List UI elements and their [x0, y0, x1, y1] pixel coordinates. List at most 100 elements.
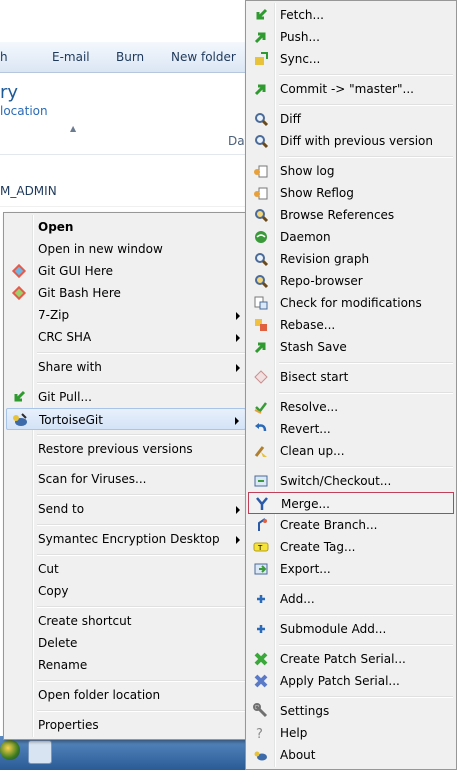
menu-item-show-reflog[interactable]: Show Reflog: [248, 182, 454, 204]
menu-item-create-shortcut[interactable]: Create shortcut: [6, 610, 246, 632]
menu-item-export[interactable]: Export...: [248, 558, 454, 580]
menu-item-browse-references[interactable]: Browse References: [248, 204, 454, 226]
menu-item-open-folder-location[interactable]: Open folder location: [6, 684, 246, 706]
menu-item-git-pull[interactable]: Git Pull...: [6, 386, 246, 408]
menu-item-label: Help: [280, 726, 308, 740]
menu-item-commit[interactable]: Commit -> "master"...: [248, 78, 454, 100]
repo-browser-icon: [253, 273, 269, 289]
toolbar-burn-button[interactable]: Burn: [116, 50, 144, 64]
menu-item-git-bash[interactable]: Git Bash Here: [6, 282, 246, 304]
check-modifications-icon: [253, 295, 269, 311]
file-list-item[interactable]: M_ADMIN: [0, 184, 57, 198]
diff-icon: [253, 111, 269, 127]
menu-separator: [37, 494, 245, 496]
menu-item-share-with[interactable]: Share with: [6, 356, 246, 378]
menu-item-settings[interactable]: Settings: [248, 700, 454, 722]
menu-item-clean-up[interactable]: Clean up...: [248, 440, 454, 462]
menu-item-rename[interactable]: Rename: [6, 654, 246, 676]
menu-item-cut[interactable]: Cut: [6, 558, 246, 580]
toolbar-search-button[interactable]: h: [0, 50, 8, 64]
menu-item-merge[interactable]: Merge...: [248, 492, 454, 514]
menu-item-revert[interactable]: Revert...: [248, 418, 454, 440]
menu-item-label: Scan for Viruses...: [38, 472, 147, 486]
menu-item-label: Revision graph: [280, 252, 370, 266]
menu-item-create-branch[interactable]: Create Branch...: [248, 514, 454, 536]
tortoisegit-submenu: Fetch... Push... Sync... Commit -> "mast…: [245, 0, 457, 770]
menu-item-diff[interactable]: Diff: [248, 108, 454, 130]
menu-item-open-new-window[interactable]: Open in new window: [6, 238, 246, 260]
submodule-add-icon: [253, 621, 269, 637]
menu-item-label: Send to: [38, 502, 85, 516]
menu-item-properties[interactable]: Properties: [6, 714, 246, 736]
taskbar-explorer-icon[interactable]: [28, 740, 52, 764]
menu-item-git-gui[interactable]: Git GUI Here: [6, 260, 246, 282]
menu-item-bisect-start[interactable]: Bisect start: [248, 366, 454, 388]
library-location-link[interactable]: location: [0, 104, 48, 118]
menu-item-label: Merge...: [281, 497, 330, 511]
menu-item-label: Restore previous versions: [38, 442, 193, 456]
tortoisegit-icon: [12, 412, 28, 428]
menu-item-repo-browser[interactable]: Repo-browser: [248, 270, 454, 292]
menu-separator: [279, 104, 453, 106]
toolbar-email-button[interactable]: E-mail: [52, 50, 90, 64]
menu-item-tortoisegit[interactable]: TortoiseGit: [6, 408, 246, 430]
menu-item-label: Share with: [38, 360, 102, 374]
menu-item-add[interactable]: Add...: [248, 588, 454, 610]
menu-item-label: Repo-browser: [280, 274, 363, 288]
menu-item-delete[interactable]: Delete: [6, 632, 246, 654]
menu-item-label: Create shortcut: [38, 614, 132, 628]
menu-item-about[interactable]: About: [248, 744, 454, 766]
menu-item-crc-sha[interactable]: CRC SHA: [6, 326, 246, 348]
menu-item-help[interactable]: ? Help: [248, 722, 454, 744]
menu-item-7zip[interactable]: 7-Zip: [6, 304, 246, 326]
menu-item-resolve[interactable]: Resolve...: [248, 396, 454, 418]
menu-item-switch-checkout[interactable]: Switch/Checkout...: [248, 470, 454, 492]
menu-item-label: Create Branch...: [280, 518, 378, 532]
menu-item-label: Daemon: [280, 230, 331, 244]
column-header-row: [0, 126, 250, 155]
menu-item-open[interactable]: Open: [6, 216, 246, 238]
rebase-icon: [253, 317, 269, 333]
menu-separator: [37, 554, 245, 556]
menu-item-label: Open in new window: [38, 242, 163, 256]
daemon-icon: [253, 229, 269, 245]
menu-item-show-log[interactable]: Show log: [248, 160, 454, 182]
sort-caret-icon: ▲: [70, 124, 77, 133]
menu-item-send-to[interactable]: Send to: [6, 498, 246, 520]
menu-item-label: Stash Save: [280, 340, 347, 354]
menu-item-push[interactable]: Push...: [248, 26, 454, 48]
menu-separator: [279, 614, 453, 616]
menu-item-label: Resolve...: [280, 400, 339, 414]
menu-item-sync[interactable]: Sync...: [248, 48, 454, 70]
menu-item-label: Bisect start: [280, 370, 349, 384]
menu-item-stash-save[interactable]: Stash Save: [248, 336, 454, 358]
menu-item-scan-viruses[interactable]: Scan for Viruses...: [6, 468, 246, 490]
start-button-icon[interactable]: [0, 740, 20, 760]
menu-item-create-tag[interactable]: T Create Tag...: [248, 536, 454, 558]
menu-item-label: Settings: [280, 704, 330, 718]
menu-item-symantec-encryption[interactable]: Symantec Encryption Desktop: [6, 528, 246, 550]
toolbar-new-folder-button[interactable]: New folder: [171, 50, 236, 64]
submenu-arrow-icon: [236, 536, 240, 544]
menu-item-check-modifications[interactable]: Check for modifications: [248, 292, 454, 314]
menu-item-rebase[interactable]: Rebase...: [248, 314, 454, 336]
menu-item-submodule-add[interactable]: Submodule Add...: [248, 618, 454, 640]
menu-item-revision-graph[interactable]: Revision graph: [248, 248, 454, 270]
settings-icon: [253, 703, 269, 719]
menu-item-daemon[interactable]: Daemon: [248, 226, 454, 248]
menu-item-fetch[interactable]: Fetch...: [248, 4, 454, 26]
menu-item-apply-patch-serial[interactable]: Apply Patch Serial...: [248, 670, 454, 692]
menu-item-label: Sync...: [280, 52, 321, 66]
menu-item-copy[interactable]: Copy: [6, 580, 246, 602]
library-title: ry: [0, 82, 19, 103]
submenu-arrow-icon: [236, 364, 240, 372]
fetch-icon: [253, 7, 269, 23]
menu-item-diff-previous[interactable]: Diff with previous version: [248, 130, 454, 152]
menu-separator: [279, 584, 453, 586]
menu-item-restore-previous[interactable]: Restore previous versions: [6, 438, 246, 460]
menu-separator: [37, 606, 245, 608]
menu-item-label: CRC SHA: [38, 330, 92, 344]
menu-separator: [37, 680, 245, 682]
menu-separator: [37, 524, 245, 526]
menu-item-create-patch-serial[interactable]: Create Patch Serial...: [248, 648, 454, 670]
